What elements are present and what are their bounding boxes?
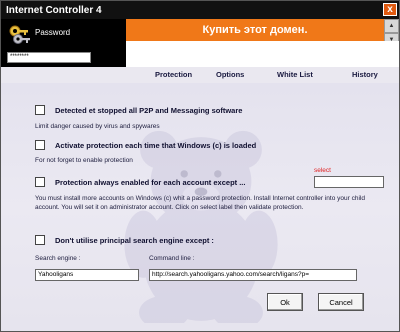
always-checkbox[interactable] [35, 177, 45, 187]
command-line-input[interactable]: http://search.yahooligans.yahoo.com/sear… [149, 269, 357, 281]
tab-bar: Protection Options White List History [126, 67, 399, 83]
select-account-link[interactable]: select [314, 167, 331, 174]
banner-scroll-up[interactable]: ▲ [384, 19, 399, 33]
activate-checkbox[interactable] [35, 140, 45, 150]
activate-option-label: Activate protection each time that Windo… [55, 141, 257, 150]
search-engine-label: Search engine : [35, 255, 81, 262]
password-input[interactable]: ******** [7, 52, 91, 63]
cancel-button[interactable]: Cancel [318, 293, 364, 311]
search-engine-option-label: Don't utilise principal search engine ex… [55, 236, 214, 245]
account-field[interactable] [314, 176, 384, 188]
always-option-label: Protection always enabled for each accou… [55, 178, 246, 187]
activate-description: For not forget to enable protection [35, 157, 133, 164]
p2p-description: Limit danger caused by virus and spyware… [35, 123, 160, 130]
keys-icon [9, 25, 30, 44]
p2p-checkbox[interactable] [35, 105, 45, 115]
command-line-label: Command line : [149, 255, 195, 262]
tab-history[interactable]: History [352, 70, 378, 79]
header-area [126, 41, 399, 67]
window-title: Internet Controller 4 [6, 4, 102, 16]
protection-panel: Detected et stopped all P2P and Messagin… [1, 83, 399, 331]
search-engine-input[interactable]: Yahooligans [35, 269, 139, 281]
login-panel: Password ******** [1, 19, 126, 67]
search-engine-checkbox[interactable] [35, 235, 45, 245]
ad-banner[interactable]: Купить этот домен. [126, 19, 384, 41]
close-icon: x [387, 4, 393, 15]
tab-protection[interactable]: Protection [155, 70, 192, 79]
tab-options[interactable]: Options [216, 70, 244, 79]
banner-text: Купить этот домен. [202, 24, 308, 36]
p2p-option-label: Detected et stopped all P2P and Messagin… [55, 106, 243, 115]
chevron-up-icon: ▲ [388, 23, 395, 29]
title-bar: Internet Controller 4 x [1, 1, 399, 19]
close-button[interactable]: x [383, 3, 397, 16]
tab-white-list[interactable]: White List [277, 70, 313, 79]
password-label: Password [35, 28, 71, 37]
ok-button[interactable]: Ok [267, 293, 303, 311]
always-description: You must install more accounts on Window… [35, 195, 365, 211]
app-window: Internet Controller 4 x Password *******… [0, 0, 400, 332]
